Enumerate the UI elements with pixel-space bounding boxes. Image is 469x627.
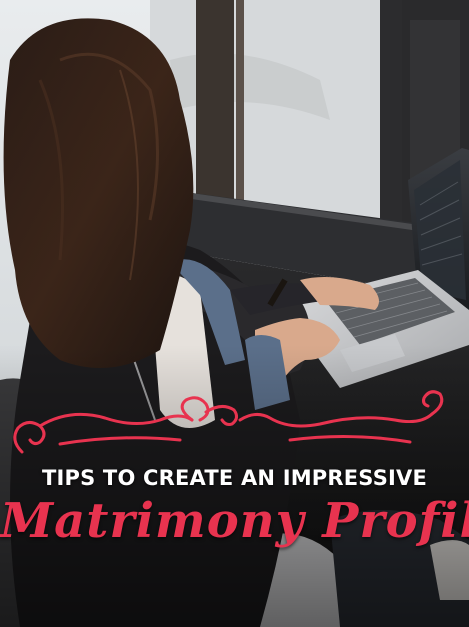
headline: TIPS TO CREATE AN IMPRESSIVE [41, 466, 428, 490]
poster: TIPS TO CREATE AN IMPRESSIVE Matrimony P… [0, 0, 469, 627]
script-title: Matrimony Profile [0, 493, 469, 549]
